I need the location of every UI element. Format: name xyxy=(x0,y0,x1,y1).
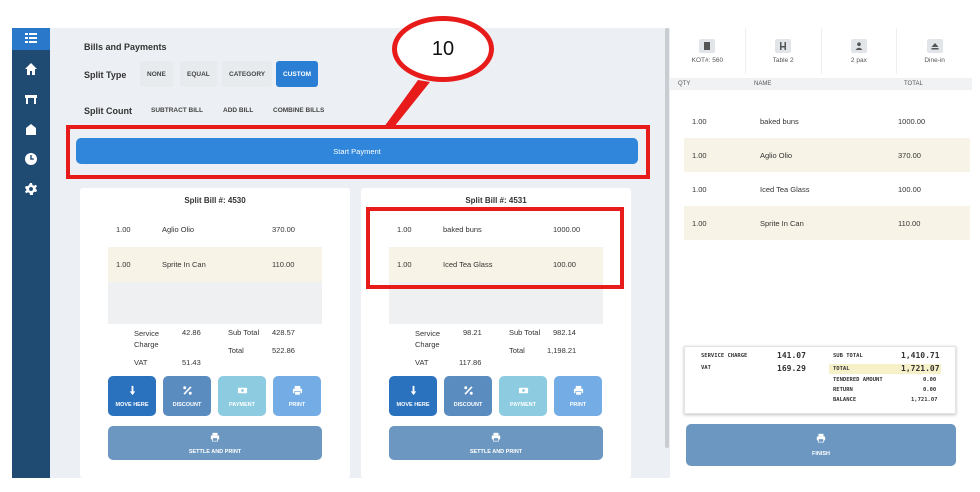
callout-pointer xyxy=(384,80,430,127)
step-callout: 10 xyxy=(392,16,494,82)
step-number: 10 xyxy=(431,37,455,60)
